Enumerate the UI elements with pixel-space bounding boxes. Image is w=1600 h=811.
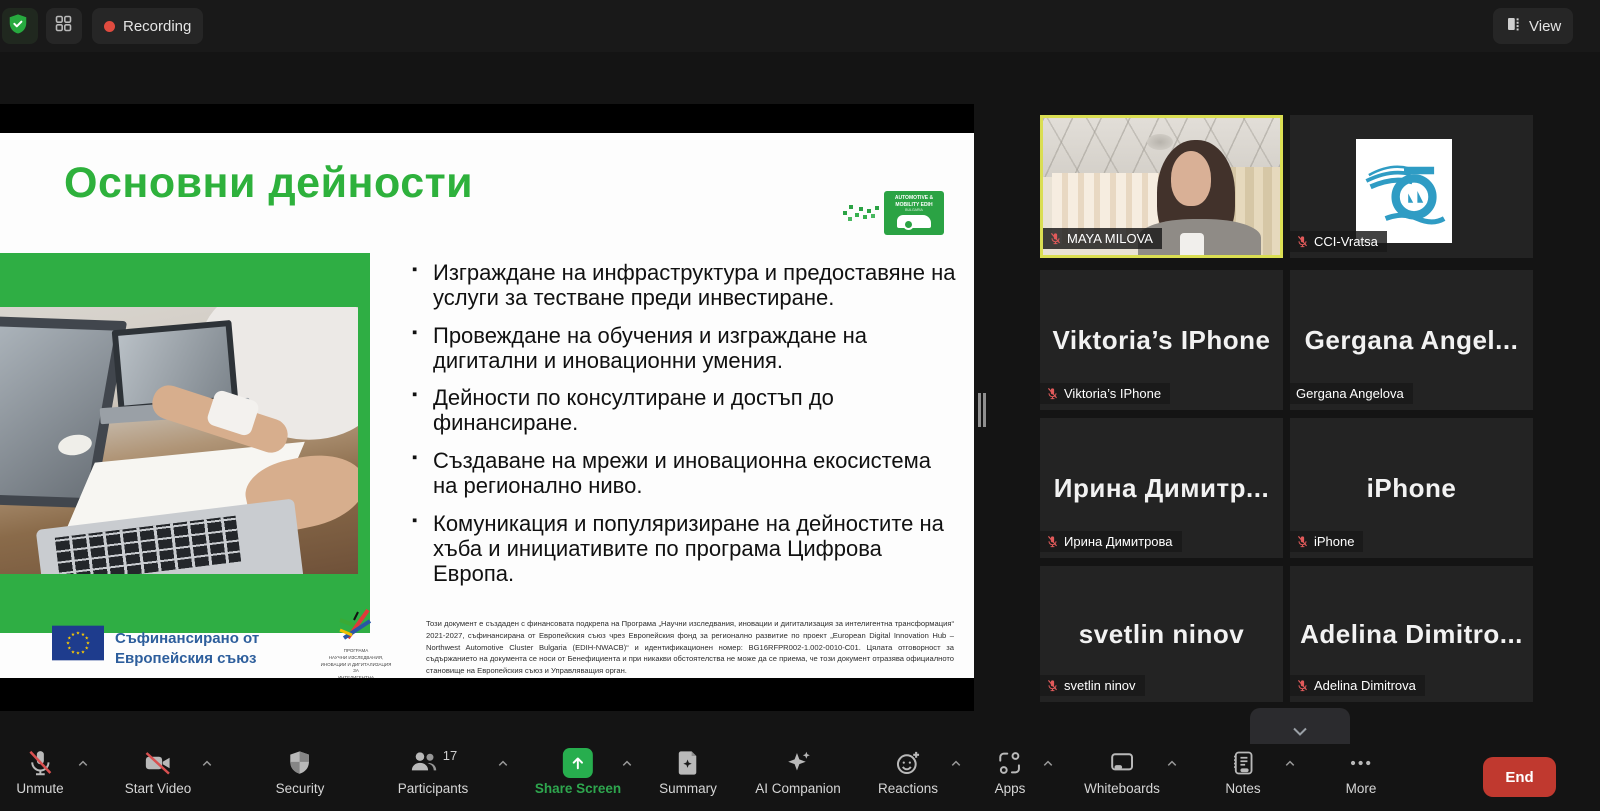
video-options-chevron[interactable] <box>200 756 215 776</box>
participant-name-label: Ирина Димитрова <box>1040 531 1182 552</box>
meeting-top-bar: Recording View <box>0 0 1600 52</box>
meeting-photo <box>0 307 358 574</box>
share-options-chevron[interactable] <box>620 756 635 776</box>
recording-label: Recording <box>123 18 191 35</box>
eu-flag: ★★★ ★★★ ★★★ ★★★ <box>52 625 104 666</box>
eu-cofunding-text: Съфинансирано от Европейския съюз <box>115 629 259 670</box>
logo-pixel-dots <box>843 211 847 215</box>
recording-indicator[interactable]: Recording <box>92 8 203 44</box>
whiteboards-options-chevron[interactable] <box>1165 756 1180 776</box>
summary-button[interactable]: Summary <box>659 746 717 796</box>
participant-tile-adelina-dimitrova[interactable]: Adelina Dimitro... Adelina Dimitrova <box>1290 566 1533 702</box>
participant-tile-svetlin-ninov[interactable]: svetlin ninov svetlin ninov <box>1040 566 1283 702</box>
car-icon <box>897 215 931 228</box>
bullet-item: Дейности по консултиране и достъп до фин… <box>412 386 960 436</box>
participants-button[interactable]: 17 Participants <box>398 746 469 796</box>
reactions-button[interactable]: Reactions <box>878 746 938 796</box>
automotive-mobility-edih-logo: AUTOMOTIVE & MOBILITY EDIH BULGARIA <box>884 191 944 235</box>
muted-mic-icon <box>1046 387 1059 400</box>
participant-name-label: CCI-Vratsa <box>1290 231 1387 252</box>
participant-tile-iphone[interactable]: iPhone iPhone <box>1290 418 1533 558</box>
participant-name-label: svetlin ninov <box>1040 675 1145 696</box>
notes-options-chevron[interactable] <box>1283 756 1298 776</box>
muted-mic-icon <box>1046 679 1059 692</box>
participants-options-chevron[interactable] <box>496 756 511 776</box>
gallery-grid-button[interactable] <box>46 8 82 44</box>
whiteboard-icon <box>1108 746 1136 780</box>
shield-icon <box>286 746 314 780</box>
participants-icon <box>409 746 439 781</box>
svg-text:★: ★ <box>76 631 80 637</box>
share-screen-button[interactable]: Share Screen <box>535 746 621 796</box>
svg-text:★: ★ <box>76 651 80 657</box>
svg-text:★: ★ <box>81 649 85 655</box>
muted-mic-icon <box>25 746 55 780</box>
ai-sparkle-icon <box>783 746 813 780</box>
video-off-icon <box>143 746 173 780</box>
meeting-toolbar: Unmute Start Video Security 17 Participa… <box>0 744 1600 811</box>
slide-bullet-list: Изграждане на инфраструктура и предостав… <box>412 261 960 599</box>
end-meeting-button[interactable]: End <box>1483 757 1556 797</box>
participant-name-label: iPhone <box>1290 531 1363 552</box>
grid-icon <box>53 13 74 39</box>
muted-mic-icon <box>1296 535 1309 548</box>
reactions-options-chevron[interactable] <box>949 756 964 776</box>
presentation-slide: Основни дейности AUTOMOTIVE & MOBILITY E… <box>0 133 974 678</box>
more-button[interactable]: More <box>1346 746 1377 796</box>
svg-text:★: ★ <box>85 646 89 652</box>
notes-icon <box>1229 746 1257 780</box>
view-label: View <box>1529 18 1561 35</box>
slide-title: Основни дейности <box>64 159 473 208</box>
participant-name-label: MAYA MILOVA <box>1043 228 1162 249</box>
participant-name-label: Viktoria’s IPhone <box>1040 383 1170 404</box>
muted-mic-icon <box>1046 535 1059 548</box>
svg-text:★: ★ <box>71 632 75 638</box>
svg-text:★: ★ <box>85 636 89 642</box>
share-screen-icon <box>563 748 593 778</box>
muted-mic-icon <box>1049 232 1062 245</box>
view-button[interactable]: View <box>1493 8 1573 44</box>
apps-icon <box>996 746 1024 780</box>
whiteboards-button[interactable]: Whiteboards <box>1084 746 1160 796</box>
security-button[interactable]: Security <box>276 746 325 796</box>
shield-check-icon <box>7 13 29 40</box>
bullet-item: Създаване на мрежи и иновационна екосист… <box>412 449 960 499</box>
apps-button[interactable]: Apps <box>995 746 1026 796</box>
cci-vratsa-logo <box>1356 139 1452 243</box>
unmute-button[interactable]: Unmute <box>16 746 63 796</box>
shared-screen-region: Основни дейности AUTOMOTIVE & MOBILITY E… <box>0 104 974 711</box>
participant-tile-viktorias-iphone[interactable]: Viktoria’s IPhone Viktoria’s IPhone <box>1040 270 1283 410</box>
participants-count: 17 <box>443 748 457 763</box>
participant-tile-irina-dimitrova[interactable]: Ирина Димитр... Ирина Димитрова <box>1040 418 1283 558</box>
participant-tile-maya-milova[interactable]: MAYA MILOVA <box>1040 115 1283 258</box>
reactions-smiley-icon <box>894 746 922 780</box>
chevron-down-icon <box>1288 719 1312 743</box>
bullet-item: Изграждане на инфраструктура и предостав… <box>412 261 960 311</box>
participant-tile-gergana-angelova[interactable]: Gergana Angel... Gergana Angelova <box>1290 270 1533 410</box>
participant-name-label: Adelina Dimitrova <box>1290 675 1425 696</box>
view-layout-icon <box>1505 15 1523 37</box>
panel-resize-handle[interactable] <box>978 393 981 427</box>
participant-name-label: Gergana Angelova <box>1290 383 1413 404</box>
security-verified-badge[interactable] <box>2 8 38 44</box>
funding-disclaimer: Този документ е създаден с финансовата п… <box>426 618 954 677</box>
participant-tile-cci-vratsa[interactable]: CCI-Vratsa <box>1290 115 1533 258</box>
program-caption: ПРОГРАМА НАУЧНИ ИЗСЛЕДВАНИЯ, ИНОВАЦИИ И … <box>318 648 394 678</box>
muted-mic-icon <box>1296 679 1309 692</box>
apps-options-chevron[interactable] <box>1041 756 1056 776</box>
program-x-icon <box>334 608 378 642</box>
audio-options-chevron[interactable] <box>76 756 91 776</box>
start-video-button[interactable]: Start Video <box>125 746 192 796</box>
summary-doc-icon <box>674 746 702 780</box>
ai-companion-button[interactable]: AI Companion <box>755 746 841 796</box>
slide-green-panel <box>0 253 370 633</box>
muted-mic-icon <box>1296 235 1309 248</box>
record-dot-icon <box>104 21 115 32</box>
program-logo: ПРОГРАМА НАУЧНИ ИЗСЛЕДВАНИЯ, ИНОВАЦИИ И … <box>318 608 394 678</box>
notes-button[interactable]: Notes <box>1225 746 1260 796</box>
more-dots-icon <box>1347 746 1375 780</box>
bullet-item: Провеждане на обучения и изграждане на д… <box>412 324 960 374</box>
svg-text:★: ★ <box>71 649 75 655</box>
bullet-item: Комуникация и популяризиране на дейности… <box>412 512 960 587</box>
